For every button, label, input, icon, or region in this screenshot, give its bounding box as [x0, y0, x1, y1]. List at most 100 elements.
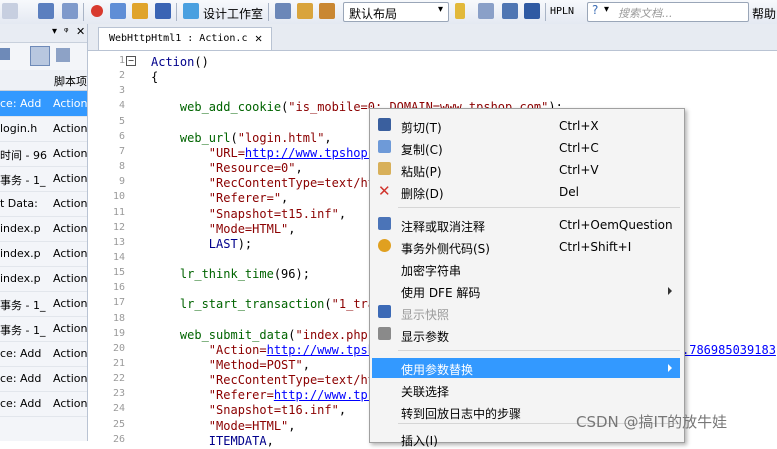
list-item[interactable]: ce: Add Action	[0, 366, 87, 392]
code-line[interactable]: "Resource=0",	[151, 161, 303, 175]
code-line[interactable]: lr_think_time(96);	[151, 267, 310, 281]
grid-icon[interactable]	[502, 3, 518, 19]
window-icon[interactable]	[524, 3, 540, 19]
column-header-label: 脚本项	[54, 75, 87, 88]
code-line[interactable]: "URL=http://www.tpshop.	[151, 146, 375, 160]
menu-item-shortcut: Ctrl+C	[559, 141, 599, 155]
search-placeholder: 搜索文档...	[618, 7, 673, 20]
list-icon[interactable]	[275, 3, 291, 19]
menu-item[interactable]: 加密字符串	[372, 259, 680, 279]
code-line[interactable]: "Mode=HTML",	[151, 419, 296, 433]
menu-item[interactable]: 显示参数	[372, 325, 680, 345]
code-line[interactable]: "Referer=http://www.tps	[151, 388, 375, 402]
list-item[interactable]: 事务 - 1_ Action	[0, 291, 87, 317]
view-toggle-icon[interactable]	[0, 48, 10, 60]
menu-item[interactable]: 使用 DFE 解码	[372, 281, 680, 301]
code-line[interactable]: LAST);	[151, 237, 252, 251]
run-icon[interactable]	[155, 3, 171, 19]
menu-item[interactable]: 复制(C) Ctrl+C	[372, 138, 680, 158]
collapse-icon[interactable]: −	[126, 56, 136, 66]
list-item[interactable]: login.h Action	[0, 116, 87, 142]
menu-item-label: 注释或取消注释	[401, 220, 486, 234]
menu-item[interactable]: 关联选择	[372, 380, 680, 400]
pin-icon[interactable]: ᵠ	[64, 25, 69, 38]
menu-item[interactable]: 显示快照	[372, 303, 680, 323]
code-line[interactable]: Action()	[151, 55, 209, 69]
list-item[interactable]: ce: Add Action	[0, 341, 87, 367]
step-label: ce: Add	[0, 372, 42, 385]
menu-item[interactable]: 事务外侧代码(S) Ctrl+Shift+I	[372, 237, 680, 257]
step-action: Action	[53, 322, 87, 335]
design-studio-icon[interactable]	[183, 3, 199, 19]
menu-item[interactable]: 使用参数替换	[372, 358, 680, 378]
close-icon[interactable]: ✕	[255, 31, 262, 45]
code-line[interactable]: "Snapshot=t16.inf",	[151, 403, 346, 417]
list-item[interactable]: 事务 - 1_ Action	[0, 166, 87, 192]
step-label: 时间 - 96	[0, 149, 47, 162]
design-studio-label[interactable]: 设计工作室	[203, 5, 263, 22]
line-number: 24	[112, 403, 125, 415]
list-item[interactable]: t Data: Action	[0, 191, 87, 217]
step-label: t Data:	[0, 197, 38, 210]
code-line[interactable]: "Action=http://www.tpsh	[151, 343, 375, 357]
menu-item-shortcut: Ctrl+X	[559, 119, 599, 133]
list-item[interactable]: 事务 - 1_ Action	[0, 316, 87, 342]
layout-select[interactable]: 默认布局 ▾	[343, 2, 449, 22]
line-number: 8	[118, 161, 125, 173]
find-icon[interactable]	[297, 3, 313, 19]
line-number: 6	[118, 130, 125, 142]
list-item[interactable]: 时间 - 96 Action	[0, 141, 87, 167]
open-icon[interactable]	[62, 3, 78, 19]
search-input[interactable]: ? ▾ 搜索文档...	[587, 2, 749, 22]
step-label: 事务 - 1_	[0, 299, 46, 312]
compile-icon[interactable]	[110, 3, 126, 19]
step-label: ce: Add	[0, 97, 42, 110]
line-number: 5	[118, 115, 125, 127]
replay-icon[interactable]	[132, 3, 148, 19]
menu-item-label: 加密字符串	[401, 264, 462, 278]
help-menu[interactable]: 帮助	[752, 5, 776, 22]
close-icon[interactable]: ✕	[76, 25, 85, 38]
menu-item[interactable]: ✕ 删除(D) Del	[372, 182, 680, 202]
code-line[interactable]: {	[151, 70, 158, 84]
code-line[interactable]: "RecContentType=text/ht	[151, 373, 375, 387]
list-item[interactable]: index.p Action	[0, 216, 87, 242]
replace-icon[interactable]	[319, 3, 335, 19]
tab-action-c[interactable]: WebHttpHtml1 : Action.c ✕	[98, 27, 272, 50]
list-item[interactable]: index.p Action	[0, 266, 87, 292]
menu-item[interactable]: 剪切(T) Ctrl+X	[372, 116, 680, 136]
line-number: 18	[112, 312, 125, 324]
line-number: 12	[112, 221, 125, 233]
code-line[interactable]: "RecContentType=text/ht	[151, 176, 375, 190]
menu-item-shortcut: Del	[559, 185, 579, 199]
pin-icon[interactable]	[2, 3, 18, 19]
menu-item[interactable]: 注释或取消注释 Ctrl+OemQuestion	[372, 215, 680, 235]
tree-view-icon[interactable]	[56, 48, 70, 62]
list-view-icon[interactable]	[30, 46, 50, 66]
step-action: Action	[53, 297, 87, 310]
code-line[interactable]: "Referer=",	[151, 191, 288, 205]
code-line[interactable]: "Snapshot=t15.inf",	[151, 207, 346, 221]
scissors-icon	[378, 118, 391, 131]
code-line[interactable]: web_url("login.html",	[151, 131, 332, 145]
code-line[interactable]: web_submit_data("index.php"	[151, 328, 375, 342]
line-number: 7	[118, 145, 125, 157]
record-icon[interactable]	[91, 5, 103, 17]
brush-icon[interactable]	[478, 3, 494, 19]
save-all-icon[interactable]	[38, 3, 54, 19]
toolbar-separator	[545, 3, 546, 21]
code-line[interactable]: lr_start_transaction("1_tra	[151, 297, 375, 311]
chevron-down-icon[interactable]: ▾	[52, 26, 57, 37]
list-item[interactable]: ce: Add Action	[0, 91, 87, 117]
step-column-header: 脚本项	[0, 70, 87, 91]
menu-item[interactable]: 插入(I)	[372, 429, 680, 449]
code-line[interactable]: "Mode=HTML",	[151, 222, 296, 236]
line-number: 20	[112, 342, 125, 354]
hpln-button[interactable]: HPLN	[550, 6, 574, 17]
code-line[interactable]: "Method=POST",	[151, 358, 310, 372]
menu-item[interactable]: 粘贴(P) Ctrl+V	[372, 160, 680, 180]
list-item[interactable]: ce: Add Action	[0, 391, 87, 417]
list-item[interactable]: index.p Action	[0, 241, 87, 267]
bulb-icon[interactable]	[455, 3, 465, 19]
step-action: Action	[53, 122, 87, 135]
